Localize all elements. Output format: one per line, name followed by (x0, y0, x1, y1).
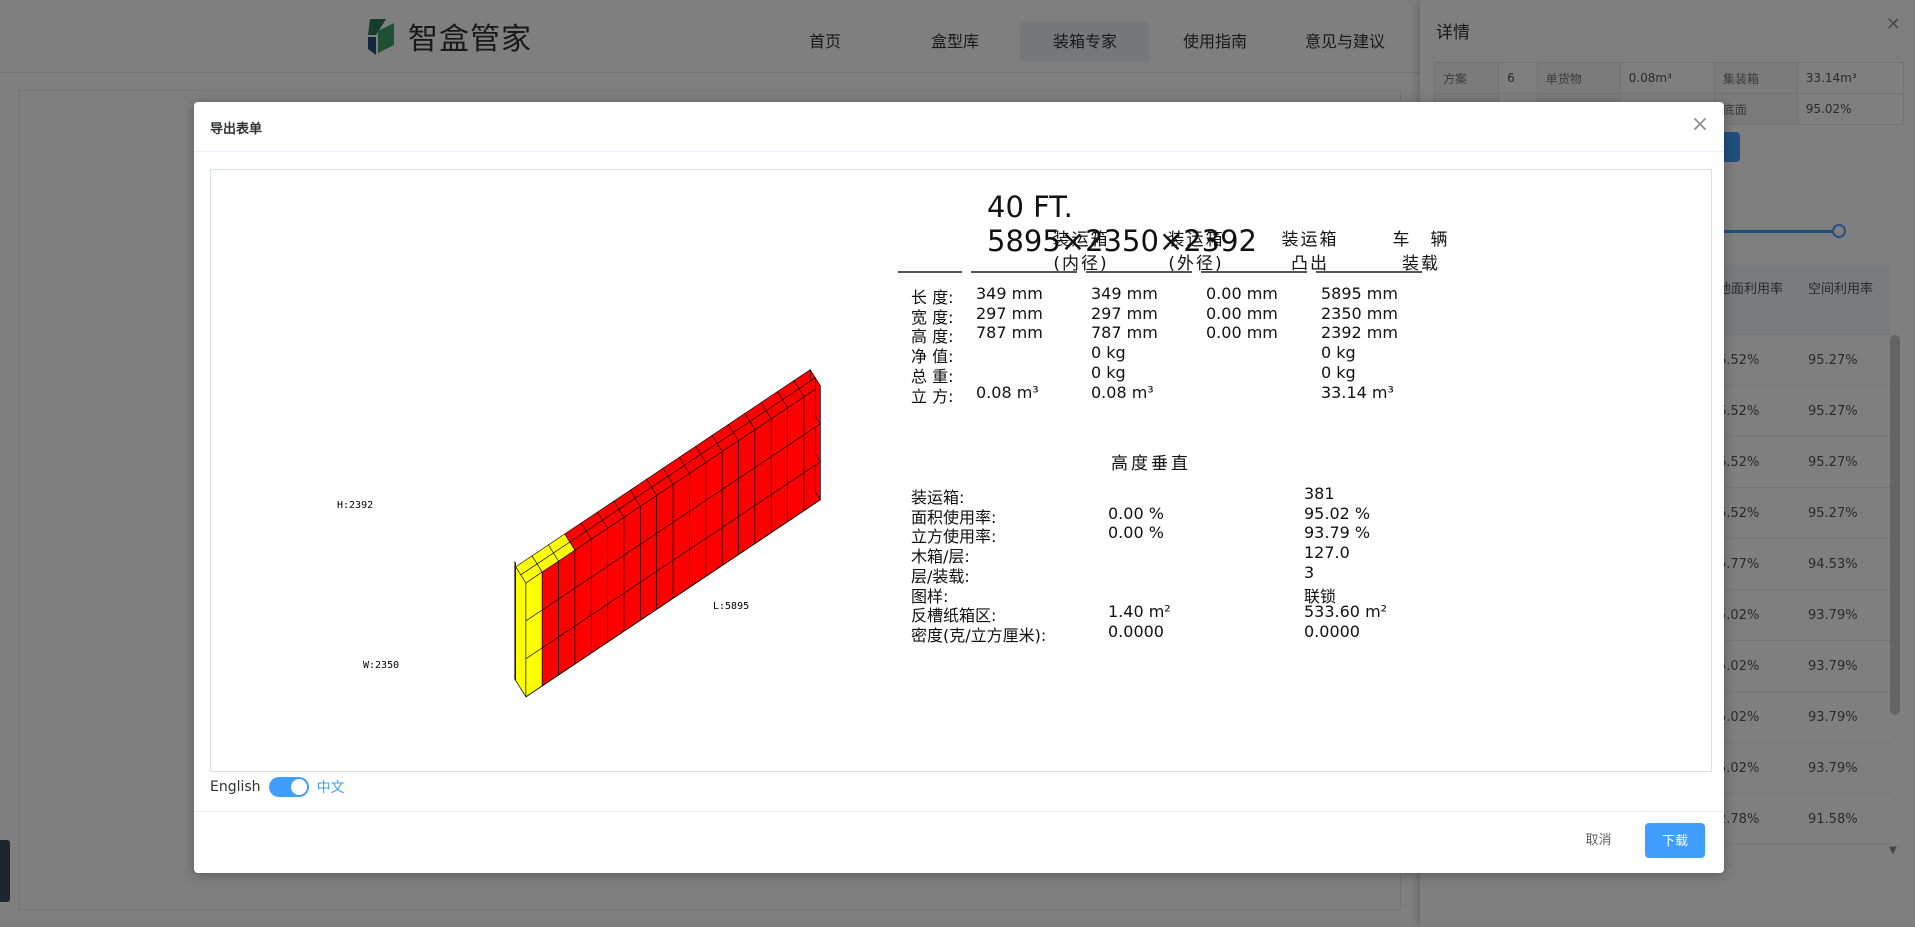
spec-cell: 0 kg (1321, 362, 1356, 382)
stat-label: 密度(克/立方厘米): (911, 625, 1047, 645)
stat-value: 1.40 m² (1108, 602, 1171, 622)
close-icon[interactable]: × (1688, 114, 1712, 138)
spec-cell: 0.00 mm (1206, 284, 1278, 303)
column-header: 装运箱 凸出 (1281, 230, 1339, 274)
spec-cell: 0.08 m³ (1091, 382, 1154, 402)
report-preview: H:2392 W:2350 L:5895 40 FT. 5895×2350×2392… (210, 169, 1712, 772)
download-button[interactable]: 下载 (1645, 823, 1705, 858)
column-header: 车 辆装载 (1392, 230, 1450, 274)
spec-cell: 0.00 mm (1206, 303, 1278, 323)
cancel-button[interactable]: 取消 (1571, 823, 1626, 857)
column-divider (1086, 271, 1192, 273)
lang-chinese-label[interactable]: 中文 (317, 777, 345, 797)
dialog-footer: 取消 下载 (194, 811, 1724, 873)
spec-cell: 787 mm (976, 323, 1043, 343)
spec-sheet: 40 FT. 5895×2350×2392 装运箱 (内径) 装运箱 (外径) 装运… (211, 170, 1711, 770)
export-form-dialog: 导出表单 × H:2392 W:2350 L:5895 40 FT. 5895×23… (194, 102, 1724, 873)
stat-value: 127.0 (1304, 543, 1350, 563)
stat-value: 0.0000 (1108, 621, 1164, 641)
column-divider (1201, 271, 1307, 273)
spec-cell: 5895 mm (1321, 284, 1398, 303)
spec-cell: 297 mm (976, 303, 1043, 323)
spec-cell: 349 mm (1091, 284, 1158, 303)
spec-cell: 787 mm (1091, 323, 1158, 343)
column-header: 装运箱 (外径) (1167, 230, 1225, 274)
spec-cell: 0 kg (1091, 362, 1126, 382)
spec-cell: 0.08 m³ (976, 382, 1039, 402)
spec-cell: 2350 mm (1321, 303, 1398, 323)
lang-english-label[interactable]: English (210, 779, 261, 795)
spec-cell: 0 kg (1091, 343, 1126, 363)
column-divider (1316, 271, 1422, 273)
language-switcher: English 中文 (210, 777, 345, 797)
stat-value: 95.02 % (1304, 503, 1371, 523)
section-title: 高度垂直 (1111, 454, 1191, 474)
spec-cell: 2392 mm (1321, 323, 1398, 343)
column-header: 装运箱 (内径) (1052, 230, 1110, 274)
toggle-knob (290, 779, 307, 795)
stat-value: 533.60 m² (1304, 602, 1388, 622)
column-divider (898, 271, 962, 273)
stat-value: 0.00 % (1108, 503, 1164, 523)
spec-cell: 0 kg (1321, 343, 1356, 363)
dialog-header: 导出表单 × (194, 102, 1724, 152)
stat-value: 0.00 % (1108, 523, 1164, 543)
stat-value: 381 (1304, 484, 1335, 503)
stat-value: 93.79 % (1304, 523, 1371, 543)
dialog-title: 导出表单 (210, 122, 263, 137)
stat-value: 3 (1304, 562, 1315, 582)
column-divider (971, 271, 1077, 273)
spec-cell: 33.14 m³ (1321, 382, 1394, 402)
language-toggle[interactable] (268, 777, 309, 797)
spec-cell: 297 mm (1091, 303, 1158, 323)
stat-value: 0.0000 (1304, 621, 1360, 641)
spec-cell: 0.00 mm (1206, 323, 1278, 343)
spec-row-label: 立 方: (911, 386, 954, 406)
spec-cell: 349 mm (976, 284, 1043, 303)
